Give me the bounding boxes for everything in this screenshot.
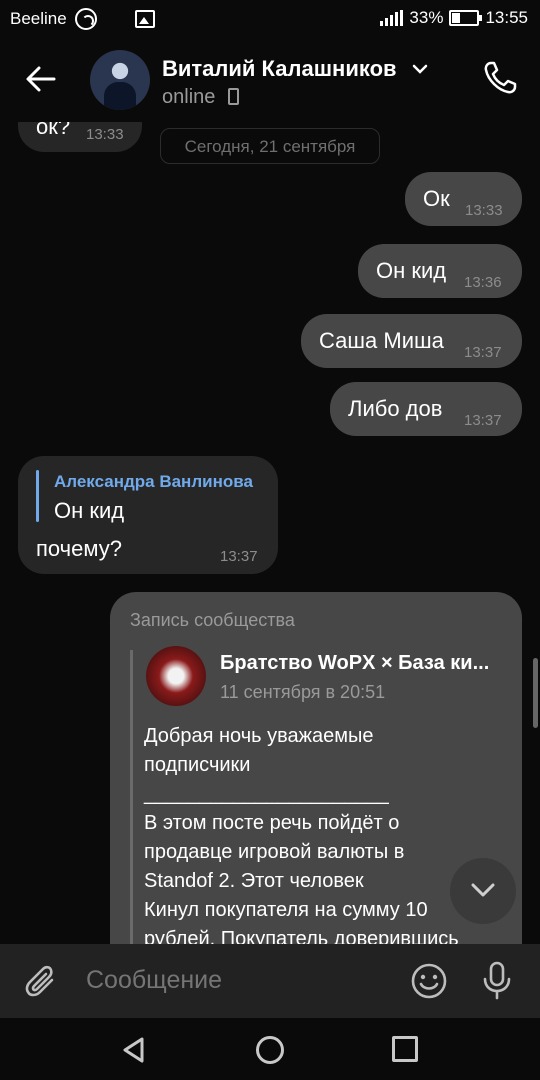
message-time: 13:33 xyxy=(86,126,124,143)
nav-home-icon[interactable] xyxy=(256,1036,284,1064)
scroll-down-button[interactable] xyxy=(450,858,516,924)
message-time: 13:37 xyxy=(464,412,502,429)
message-time: 13:33 xyxy=(465,202,503,219)
message-input[interactable] xyxy=(86,966,386,995)
message-composer xyxy=(0,944,540,1018)
message-bubble[interactable]: Саша Миша 13:37 xyxy=(301,314,522,368)
post-line: продавце игровой валюты в xyxy=(144,841,405,863)
community-avatar[interactable] xyxy=(146,646,206,706)
message-text: Он кид xyxy=(376,258,447,283)
message-bubble[interactable]: Ок 13:33 xyxy=(405,172,522,226)
chevron-down-icon[interactable] xyxy=(412,62,428,76)
reply-quote-bar xyxy=(36,470,39,522)
system-navigation-bar xyxy=(0,1018,540,1080)
message-time: 13:36 xyxy=(464,274,502,291)
reply-message-bubble[interactable]: Александра Ванлинова Он кид почему? 13:3… xyxy=(18,456,278,574)
whatsapp-notification-icon xyxy=(74,8,97,30)
message-time: 13:37 xyxy=(220,548,258,565)
nav-recent-apps-icon[interactable] xyxy=(392,1036,418,1062)
post-line: рублей. Покупатель доверившись xyxy=(144,928,459,944)
avatar[interactable] xyxy=(90,50,150,110)
clock: 13:55 xyxy=(485,8,528,27)
back-arrow-icon[interactable] xyxy=(24,62,58,96)
message-text: Саша Миша xyxy=(319,328,444,353)
status-bar: Beeline 33% 13:55 xyxy=(0,0,540,36)
emoji-icon[interactable] xyxy=(410,962,448,1000)
post-body: Добрая ночь уважаемые подписчики _______… xyxy=(144,722,504,944)
phone-call-icon[interactable] xyxy=(482,60,518,96)
online-status: online xyxy=(162,86,216,108)
post-label: Запись сообщества xyxy=(130,610,295,630)
message-text: ок? xyxy=(36,122,71,139)
chat-header: Виталий Калашников online xyxy=(0,36,540,122)
microphone-icon[interactable] xyxy=(480,960,514,1000)
post-title[interactable]: Братство WoPX × База ки... xyxy=(220,652,505,675)
post-line: ______________________ xyxy=(144,783,389,805)
post-quote-bar xyxy=(130,650,133,944)
image-notification-icon xyxy=(134,10,155,28)
post-line: Добрая ночь уважаемые xyxy=(144,725,374,747)
date-divider: Сегодня, 21 сентября xyxy=(160,128,380,164)
contact-name[interactable]: Виталий Калашников xyxy=(162,56,397,82)
reply-author[interactable]: Александра Ванлинова xyxy=(54,472,253,492)
message-time: 13:37 xyxy=(464,344,502,361)
paperclip-icon[interactable] xyxy=(24,964,60,1000)
message-list[interactable]: ок? 13:33 Сегодня, 21 сентября Ок 13:33 … xyxy=(0,122,540,944)
battery-percent: 33% xyxy=(409,8,444,27)
carrier-label: Beeline xyxy=(10,9,67,28)
message-bubble[interactable]: ок? 13:33 xyxy=(18,122,142,152)
post-line: В этом посте речь пойдёт о xyxy=(144,812,400,834)
reply-quoted-text: Он кид xyxy=(54,498,125,523)
message-text: Либо дов xyxy=(348,396,443,421)
post-line: Кинул покупателя на сумму 10 xyxy=(144,899,428,921)
mobile-device-icon xyxy=(228,88,239,105)
post-date: 11 сентября в 20:51 xyxy=(220,682,386,702)
battery-icon xyxy=(449,10,483,26)
signal-icon xyxy=(380,10,404,26)
message-bubble[interactable]: Он кид 13:36 xyxy=(358,244,522,298)
message-bubble[interactable]: Либо дов 13:37 xyxy=(330,382,522,436)
scrollbar[interactable] xyxy=(533,658,538,728)
chevron-down-icon xyxy=(471,883,495,897)
message-text: Ок xyxy=(423,186,450,211)
message-text: почему? xyxy=(36,536,122,561)
nav-back-icon[interactable] xyxy=(120,1036,148,1064)
post-line: подписчики xyxy=(144,754,251,776)
